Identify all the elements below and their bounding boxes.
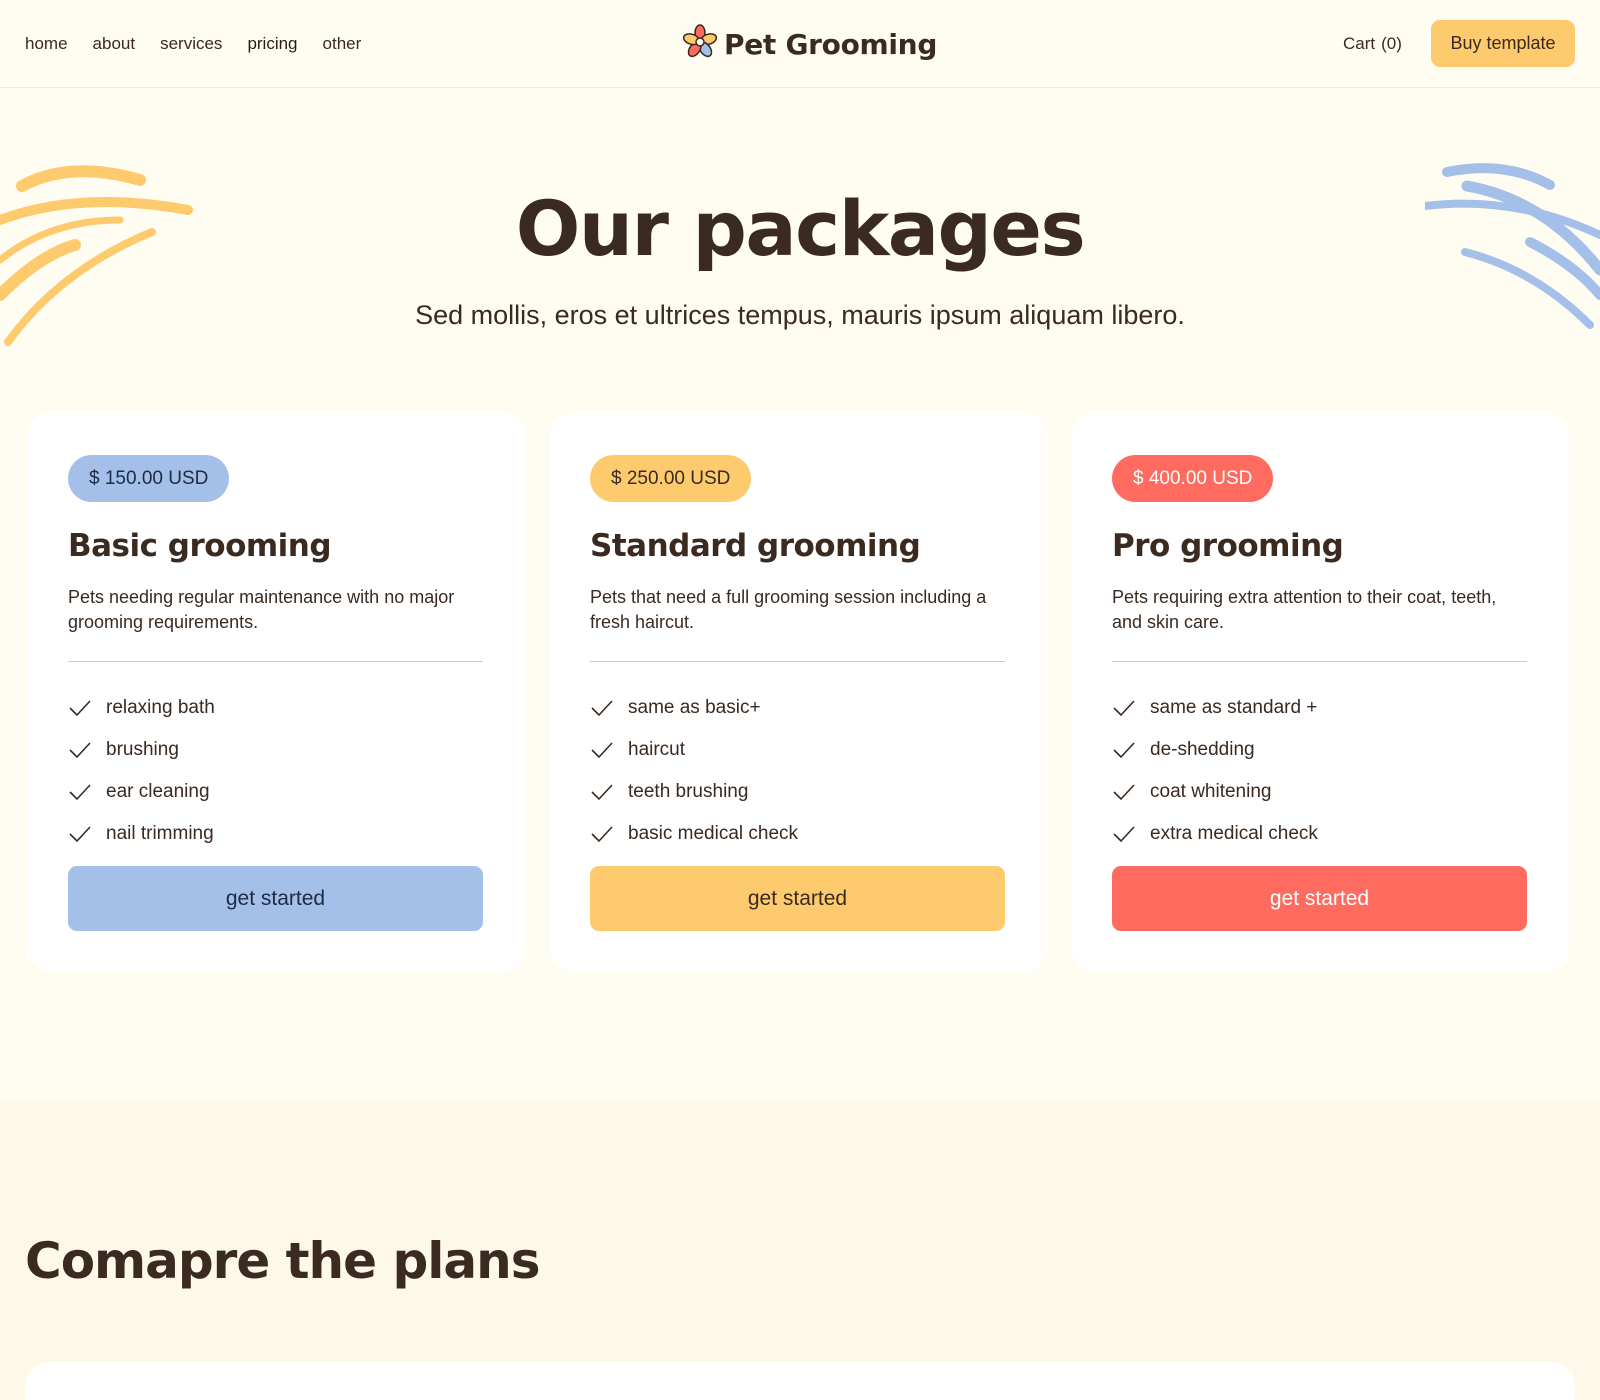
nav-link-home[interactable]: home: [25, 34, 68, 54]
checkmark-icon: [1113, 700, 1135, 717]
checkmark-icon: [69, 784, 91, 801]
checkmark-icon: [1113, 826, 1135, 843]
feature-item: ear cleaning: [68, 771, 215, 813]
price-badge: $ 150.00 USD: [68, 455, 230, 502]
nav-link-other[interactable]: other: [323, 34, 362, 54]
checkmark-icon: [69, 826, 91, 843]
feature-list: same as basic+ haircut teeth brushing ba…: [590, 687, 798, 855]
site-header: home about services pricing other Pet Gr…: [0, 0, 1600, 88]
cart-count: (0): [1381, 34, 1402, 53]
feature-list: same as standard + de-shedding coat whit…: [1112, 687, 1318, 855]
checkmark-icon: [591, 700, 613, 717]
nav-link-services[interactable]: services: [160, 34, 222, 54]
feature-label: de-shedding: [1150, 739, 1255, 760]
divider: [68, 661, 483, 662]
divider: [1112, 661, 1527, 662]
divider: [590, 661, 1005, 662]
get-started-button-standard[interactable]: get started: [590, 866, 1005, 931]
checkmark-icon: [69, 700, 91, 717]
checkmark-icon: [591, 742, 613, 759]
feature-label: teeth brushing: [628, 781, 749, 802]
checkmark-icon: [1113, 784, 1135, 801]
package-description: Pets that need a full grooming session i…: [590, 587, 987, 632]
nav-link-about[interactable]: about: [93, 34, 136, 54]
feature-item: nail trimming: [68, 813, 215, 855]
feature-label: basic medical check: [628, 823, 799, 844]
compare-plans-section: Comapre the plans: [0, 1100, 1600, 1400]
feature-label: coat whitening: [1150, 781, 1272, 802]
feature-label: same as standard +: [1150, 697, 1318, 718]
feature-label: same as basic+: [628, 697, 761, 718]
feature-item: same as basic+: [590, 687, 798, 729]
pricing-cards: $ 150.00 USD Basic grooming Pets needing…: [28, 413, 1569, 971]
feature-item: coat whitening: [1112, 771, 1318, 813]
package-title: Pro grooming: [1112, 528, 1344, 564]
package-description: Pets needing regular maintenance with no…: [68, 587, 455, 632]
pricing-card-basic: $ 150.00 USD Basic grooming Pets needing…: [28, 413, 525, 971]
feature-item: same as standard +: [1112, 687, 1318, 729]
feature-item: basic medical check: [590, 813, 798, 855]
get-started-button-pro[interactable]: get started: [1112, 866, 1527, 931]
cart-link[interactable]: Cart (0): [1343, 34, 1402, 54]
feature-item: teeth brushing: [590, 771, 798, 813]
main-nav: home about services pricing other: [25, 34, 361, 54]
price-badge: $ 400.00 USD: [1112, 455, 1274, 502]
compare-title: Comapre the plans: [25, 1232, 540, 1290]
feature-label: brushing: [106, 739, 179, 760]
package-description: Pets requiring extra attention to their …: [1112, 587, 1497, 632]
feature-label: nail trimming: [106, 823, 214, 844]
feature-label: ear cleaning: [106, 781, 210, 802]
checkmark-icon: [591, 826, 613, 843]
page-title: Our packages: [515, 184, 1086, 273]
buy-template-button[interactable]: Buy template: [1431, 20, 1575, 67]
feature-label: relaxing bath: [106, 697, 215, 718]
feature-item: relaxing bath: [68, 687, 215, 729]
nav-link-pricing[interactable]: pricing: [247, 34, 297, 54]
cart-label: Cart: [1343, 34, 1376, 53]
feature-item: de-shedding: [1112, 729, 1318, 771]
compare-table-panel: [25, 1362, 1575, 1400]
pricing-card-pro: $ 400.00 USD Pro grooming Pets requiring…: [1072, 413, 1569, 971]
feature-list: relaxing bath brushing ear cleaning nail…: [68, 687, 215, 855]
feature-label: extra medical check: [1150, 823, 1318, 844]
flower-paw-icon: [682, 24, 718, 65]
brand-logo[interactable]: Pet Grooming: [682, 24, 937, 65]
checkmark-icon: [1113, 742, 1135, 759]
brand-name: Pet Grooming: [724, 28, 938, 61]
package-title: Standard grooming: [590, 528, 921, 564]
feature-item: brushing: [68, 729, 215, 771]
price-badge: $ 250.00 USD: [590, 455, 752, 502]
page-subtitle: Sed mollis, eros et ultrices tempus, mau…: [415, 300, 1185, 330]
feature-item: extra medical check: [1112, 813, 1318, 855]
feature-item: haircut: [590, 729, 798, 771]
checkmark-icon: [591, 784, 613, 801]
checkmark-icon: [69, 742, 91, 759]
pricing-card-standard: $ 250.00 USD Standard grooming Pets that…: [550, 413, 1047, 971]
feature-label: haircut: [628, 739, 686, 760]
package-title: Basic grooming: [68, 528, 332, 564]
get-started-button-basic[interactable]: get started: [68, 866, 483, 931]
